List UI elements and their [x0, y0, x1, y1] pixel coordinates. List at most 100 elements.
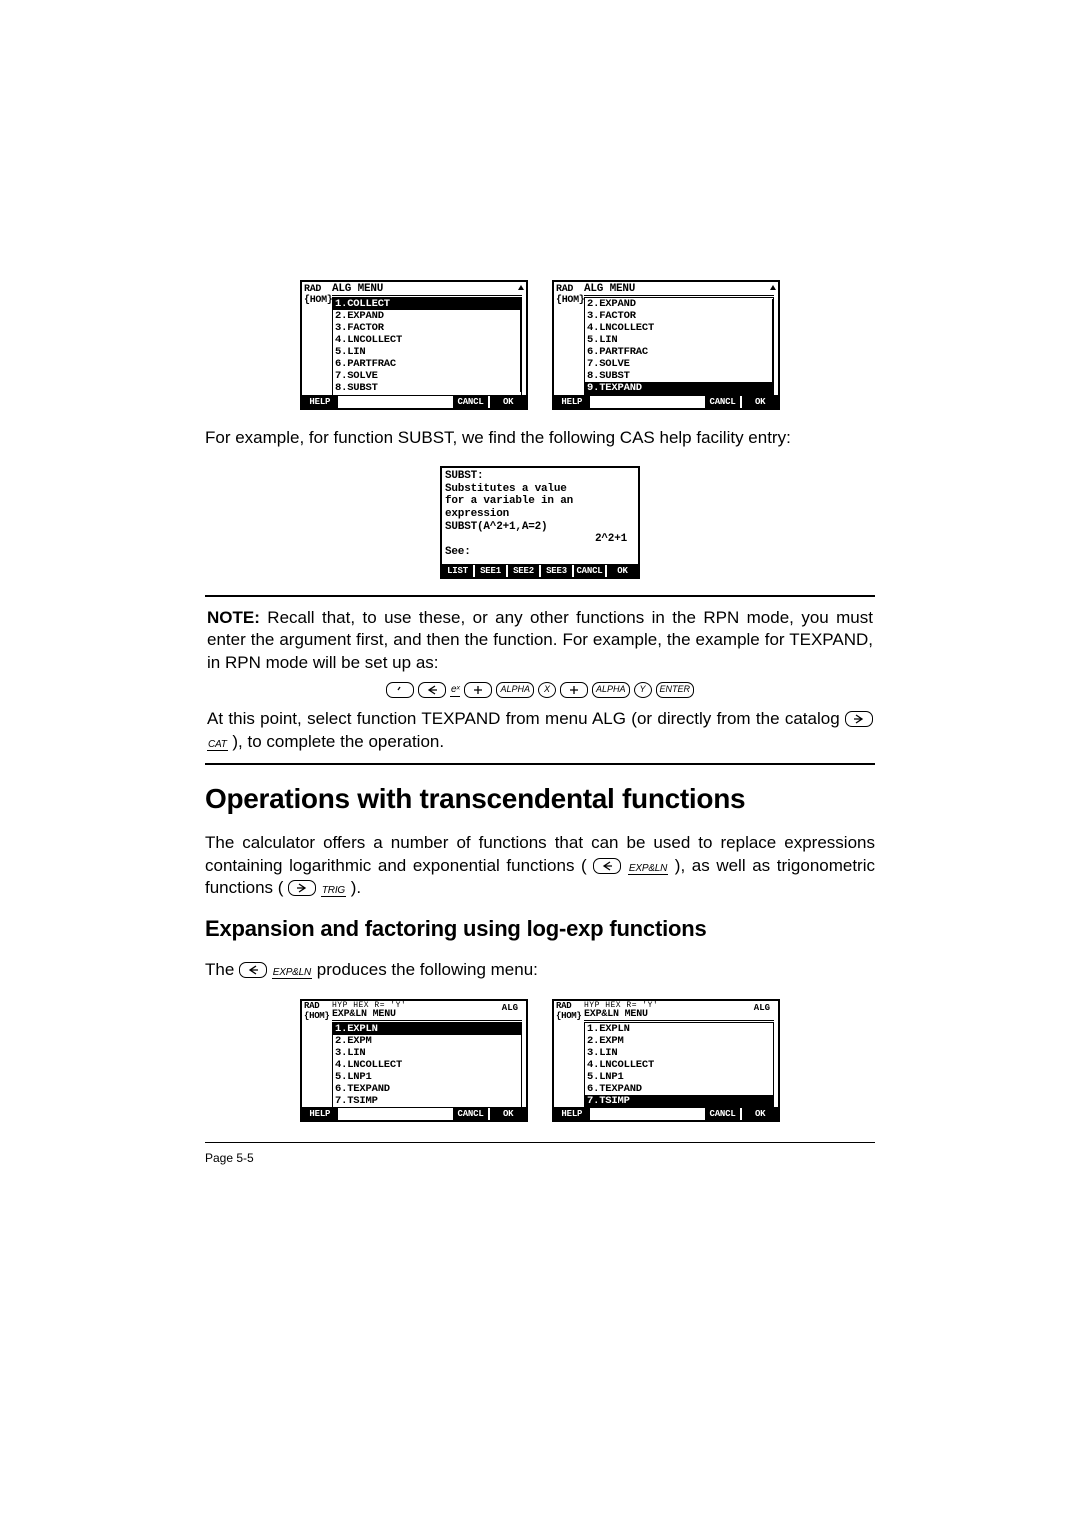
menu-item[interactable]: 7.TSIMP	[333, 1095, 521, 1107]
keycap: ALPHA	[496, 682, 534, 698]
softkey-row: HELP CANCLOK	[554, 395, 778, 408]
menu-item[interactable]: 7.TSIMP	[585, 1095, 773, 1107]
calc-side-line: RAD	[556, 284, 584, 295]
softkey-row: HELP CANCLOK	[554, 1107, 778, 1120]
menu-item[interactable]: 6.PARTFRAC	[333, 358, 521, 370]
subsection-heading: Expansion and factoring using log-exp fu…	[205, 916, 875, 942]
calc-title: ALG MENU	[584, 284, 774, 296]
left-shift-key	[593, 858, 621, 874]
calc-title: EXP&LN MENU	[584, 1010, 774, 1021]
menu-item[interactable]: 1.COLLECT	[333, 298, 521, 310]
right-shift-key	[288, 880, 316, 896]
note-box: NOTE: Recall that, to use these, or any …	[205, 595, 875, 765]
paragraph-example: For example, for function SUBST, we find…	[205, 427, 875, 449]
softkey	[667, 396, 703, 408]
menu-item[interactable]: 1.EXPLN	[333, 1023, 521, 1035]
calc-side-line: RAD	[304, 284, 332, 295]
expln-menu-pair: ALG RAD {HOM} HYP HEX R= 'Y' EXP&LN MENU…	[205, 999, 875, 1122]
softkey[interactable]: SEE3	[541, 565, 572, 577]
subsection-body: The EXP&LN produces the following menu:	[205, 959, 875, 981]
menu-item[interactable]: 6.PARTFRAC	[585, 346, 773, 358]
calc-menu-list: 1.EXPLN2.EXPM3.LIN4.LNCOLLECT5.LNP16.TEX…	[584, 1022, 774, 1107]
menu-item[interactable]: 5.LIN	[333, 346, 521, 358]
softkey-row: HELP CANCLOK	[302, 1107, 526, 1120]
softkey[interactable]: CANCL	[705, 1108, 741, 1120]
left-shift-key	[239, 962, 267, 978]
softkey[interactable]: HELP	[554, 396, 590, 408]
menu-item[interactable]: 3.LIN	[585, 1047, 773, 1059]
menu-item[interactable]: 3.LIN	[333, 1047, 521, 1059]
menu-item[interactable]: 6.TEXPAND	[333, 1083, 521, 1095]
softkey[interactable]: HELP	[302, 1108, 338, 1120]
softkey[interactable]: CANCL	[705, 396, 741, 408]
softkey	[667, 1108, 703, 1120]
trig-label: TRIG	[321, 885, 346, 897]
menu-item[interactable]: 4.LNCOLLECT	[585, 322, 773, 334]
softkey[interactable]: LIST	[442, 565, 473, 577]
softkey	[592, 1108, 628, 1120]
softkey	[340, 396, 376, 408]
keycap	[560, 682, 588, 698]
calc-side-line: {HOM}	[556, 295, 584, 306]
calc-alg-right: RAD {HOM} ALG MENU 2.EXPAND3.FACTOR4.LNC…	[552, 280, 780, 410]
softkey-row: LISTSEE1SEE2SEE3CANCLOK	[442, 564, 638, 577]
menu-item[interactable]: 5.LIN	[585, 334, 773, 346]
calc-expln-right: ALG RAD {HOM} HYP HEX R= 'Y' EXP&LN MENU…	[552, 999, 780, 1122]
calc-menu-list: 1.EXPLN2.EXPM3.LIN4.LNCOLLECT5.LNP16.TEX…	[332, 1022, 522, 1107]
softkey	[629, 1108, 665, 1120]
softkey[interactable]: OK	[490, 1108, 526, 1120]
calc-side-line: {HOM}	[556, 1012, 584, 1022]
calc-menu-list: 2.EXPAND3.FACTOR4.LNCOLLECT5.LIN6.PARTFR…	[584, 297, 774, 395]
softkey	[415, 396, 451, 408]
menu-item[interactable]: 3.FACTOR	[333, 322, 521, 334]
menu-item[interactable]: 2.EXPAND	[333, 310, 521, 322]
key-label: eˣ	[450, 683, 461, 697]
menu-item[interactable]: 4.LNCOLLECT	[585, 1059, 773, 1071]
menu-item[interactable]: 2.EXPM	[333, 1035, 521, 1047]
menu-item[interactable]: 2.EXPM	[585, 1035, 773, 1047]
menu-item[interactable]: 4.LNCOLLECT	[333, 1059, 521, 1071]
help-line: SUBST:	[445, 470, 635, 483]
menu-item[interactable]: 5.LNP1	[585, 1071, 773, 1083]
calc-title: ALG MENU	[332, 284, 522, 296]
softkey[interactable]: CANCL	[453, 1108, 489, 1120]
softkey[interactable]: HELP	[302, 396, 338, 408]
alg-menu-pair: RAD {HOM} ALG MENU 1.COLLECT2.EXPAND3.FA…	[205, 280, 875, 410]
softkey[interactable]: SEE1	[475, 565, 506, 577]
softkey[interactable]: OK	[742, 1108, 778, 1120]
menu-item[interactable]: 8.SUBST	[585, 370, 773, 382]
note-para2b: ), to complete the operation.	[228, 732, 444, 751]
section-body: The calculator offers a number of functi…	[205, 832, 875, 899]
calc-subst-help: SUBST: Substitutes a value for a variabl…	[440, 466, 640, 579]
help-see: See:	[445, 546, 635, 559]
cat-label: CAT	[207, 739, 228, 751]
softkey	[592, 396, 628, 408]
calc-side-line: {HOM}	[304, 295, 332, 306]
menu-item[interactable]: 3.FACTOR	[585, 310, 773, 322]
keycap	[386, 682, 414, 698]
menu-item[interactable]: 4.LNCOLLECT	[333, 334, 521, 346]
menu-item[interactable]: 7.SOLVE	[585, 358, 773, 370]
menu-item[interactable]: 9.TEXPAND	[585, 382, 773, 394]
help-line: expression	[445, 508, 635, 521]
calc-title: EXP&LN MENU	[332, 1010, 522, 1021]
softkey[interactable]: OK	[742, 396, 778, 408]
softkey[interactable]: OK	[607, 565, 638, 577]
softkey[interactable]: CANCL	[453, 396, 489, 408]
softkey[interactable]: SEE2	[508, 565, 539, 577]
softkey	[415, 1108, 451, 1120]
help-line: Substitutes a value	[445, 483, 635, 496]
menu-item[interactable]: 2.EXPAND	[585, 298, 773, 310]
softkey[interactable]: CANCL	[574, 565, 605, 577]
menu-item[interactable]: 8.SUBST	[333, 382, 521, 394]
softkey	[629, 396, 665, 408]
menu-item[interactable]: 1.EXPLN	[585, 1023, 773, 1035]
menu-item[interactable]: 5.LNP1	[333, 1071, 521, 1083]
menu-item[interactable]: 6.TEXPAND	[585, 1083, 773, 1095]
softkey[interactable]: OK	[490, 396, 526, 408]
softkey-row: HELP CANCLOK	[302, 395, 526, 408]
menu-item[interactable]: 7.SOLVE	[333, 370, 521, 382]
key-sequence: eˣALPHAXALPHAYENTER	[207, 682, 873, 698]
softkey[interactable]: HELP	[554, 1108, 590, 1120]
keycap: X	[538, 682, 556, 698]
